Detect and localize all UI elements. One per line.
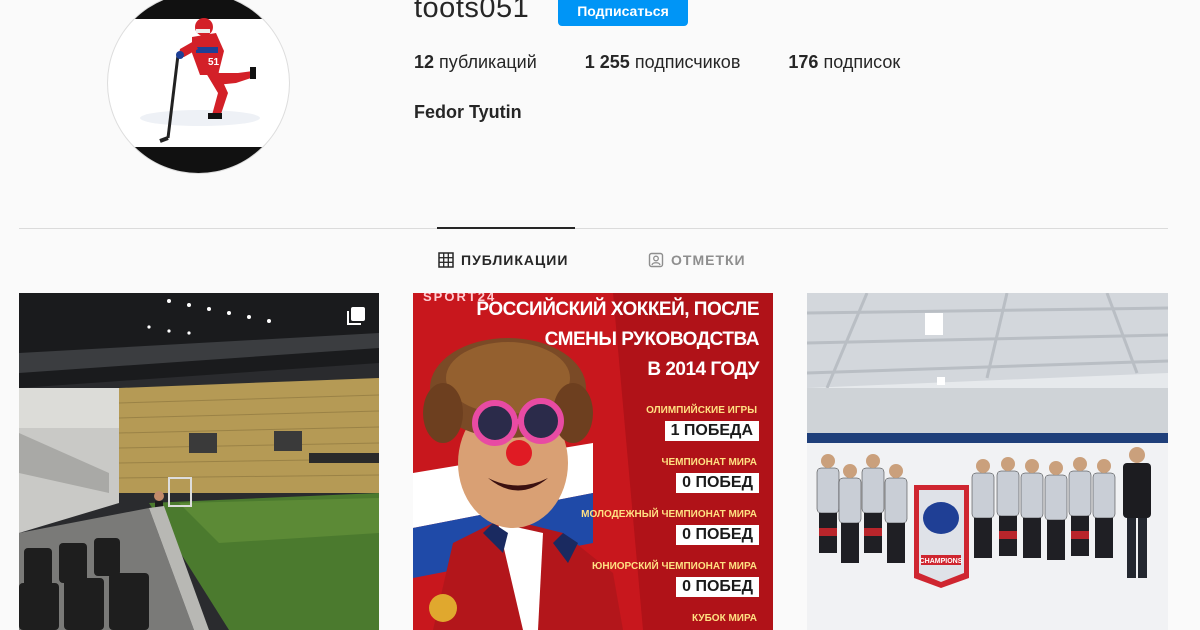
poster-heading-line2: СМЕНЫ РУКОВОДСТВА	[544, 329, 760, 350]
posts-count-label: публикаций	[439, 52, 537, 72]
post-thumbnail-team-photo[interactable]: CHAMPIONS	[807, 293, 1168, 630]
posts-count: 12	[414, 52, 435, 72]
poster-row-label: КУБОК МИРА	[692, 613, 757, 624]
follow-button[interactable]: Подписаться	[558, 0, 688, 26]
poster-row-value: 1 ПОБЕДА	[664, 421, 759, 441]
tab-posts-label: ПУБЛИКАЦИИ	[461, 252, 569, 268]
poster-row-value: 0 ПОБЕД	[676, 525, 759, 545]
following-stat[interactable]: 176 подписок	[788, 52, 900, 73]
followers-label: подписчиков	[634, 52, 741, 72]
tab-tagged-label: ОТМЕТКИ	[671, 252, 746, 268]
post-thumbnail-poster[interactable]: SPORT24 РОССИЙСКИЙ ХОККЕЙ, ПОСЛЕ СМЕНЫ Р…	[413, 293, 773, 630]
poster-row-label: МОЛОДЕЖНЫЙ ЧЕМПИОНАТ МИРА	[581, 509, 757, 520]
poster-row-label: ЧЕМПИОНАТ МИРА	[661, 457, 757, 468]
active-tab-indicator	[437, 227, 575, 229]
poster-heading-line3: В 2014 ГОДУ	[647, 359, 759, 380]
following-count: 176	[788, 52, 819, 72]
profile-page: 51 toots051 Подписаться 12 публикаций 1 …	[0, 0, 1200, 630]
tab-posts[interactable]: ПУБЛИКАЦИИ	[438, 252, 568, 268]
poster-row-label: ЮНИОРСКИЙ ЧЕМПИОНАТ МИРА	[592, 561, 757, 572]
followers-stat[interactable]: 1 255 подписчиков	[585, 52, 741, 73]
tab-tagged[interactable]: ОТМЕТКИ	[648, 252, 746, 268]
followers-count: 1 255	[584, 52, 630, 72]
grid-icon	[438, 252, 454, 268]
tagged-person-icon	[648, 252, 664, 268]
posts-count-stat: 12 публикаций	[414, 52, 537, 73]
profile-avatar[interactable]: 51	[107, 0, 290, 174]
team-photo-image: CHAMPIONS	[807, 293, 1168, 630]
post-thumbnail-stadium[interactable]	[19, 293, 379, 630]
avatar-band	[108, 147, 289, 173]
banner-text: CHAMPIONS	[920, 558, 963, 565]
section-divider	[19, 228, 1168, 229]
profile-stats: 12 публикаций 1 255 подписчиков 176 подп…	[414, 52, 948, 73]
poster-row-value: 0 ПОБЕД	[676, 473, 759, 493]
poster-row-value: 0 ПОБЕД	[676, 577, 759, 597]
carousel-icon	[347, 307, 365, 325]
stadium-image	[19, 293, 379, 630]
profile-username: toots051	[414, 0, 530, 24]
following-label: подписок	[823, 52, 901, 72]
svg-text:51: 51	[208, 57, 220, 68]
profile-full-name: Fedor Tyutin	[414, 102, 522, 122]
poster-row-label: ОЛИМПИЙСКИЕ ИГРЫ	[646, 405, 757, 416]
poster-heading-line1: РОССИЙСКИЙ ХОККЕЙ, ПОСЛЕ	[476, 299, 759, 320]
